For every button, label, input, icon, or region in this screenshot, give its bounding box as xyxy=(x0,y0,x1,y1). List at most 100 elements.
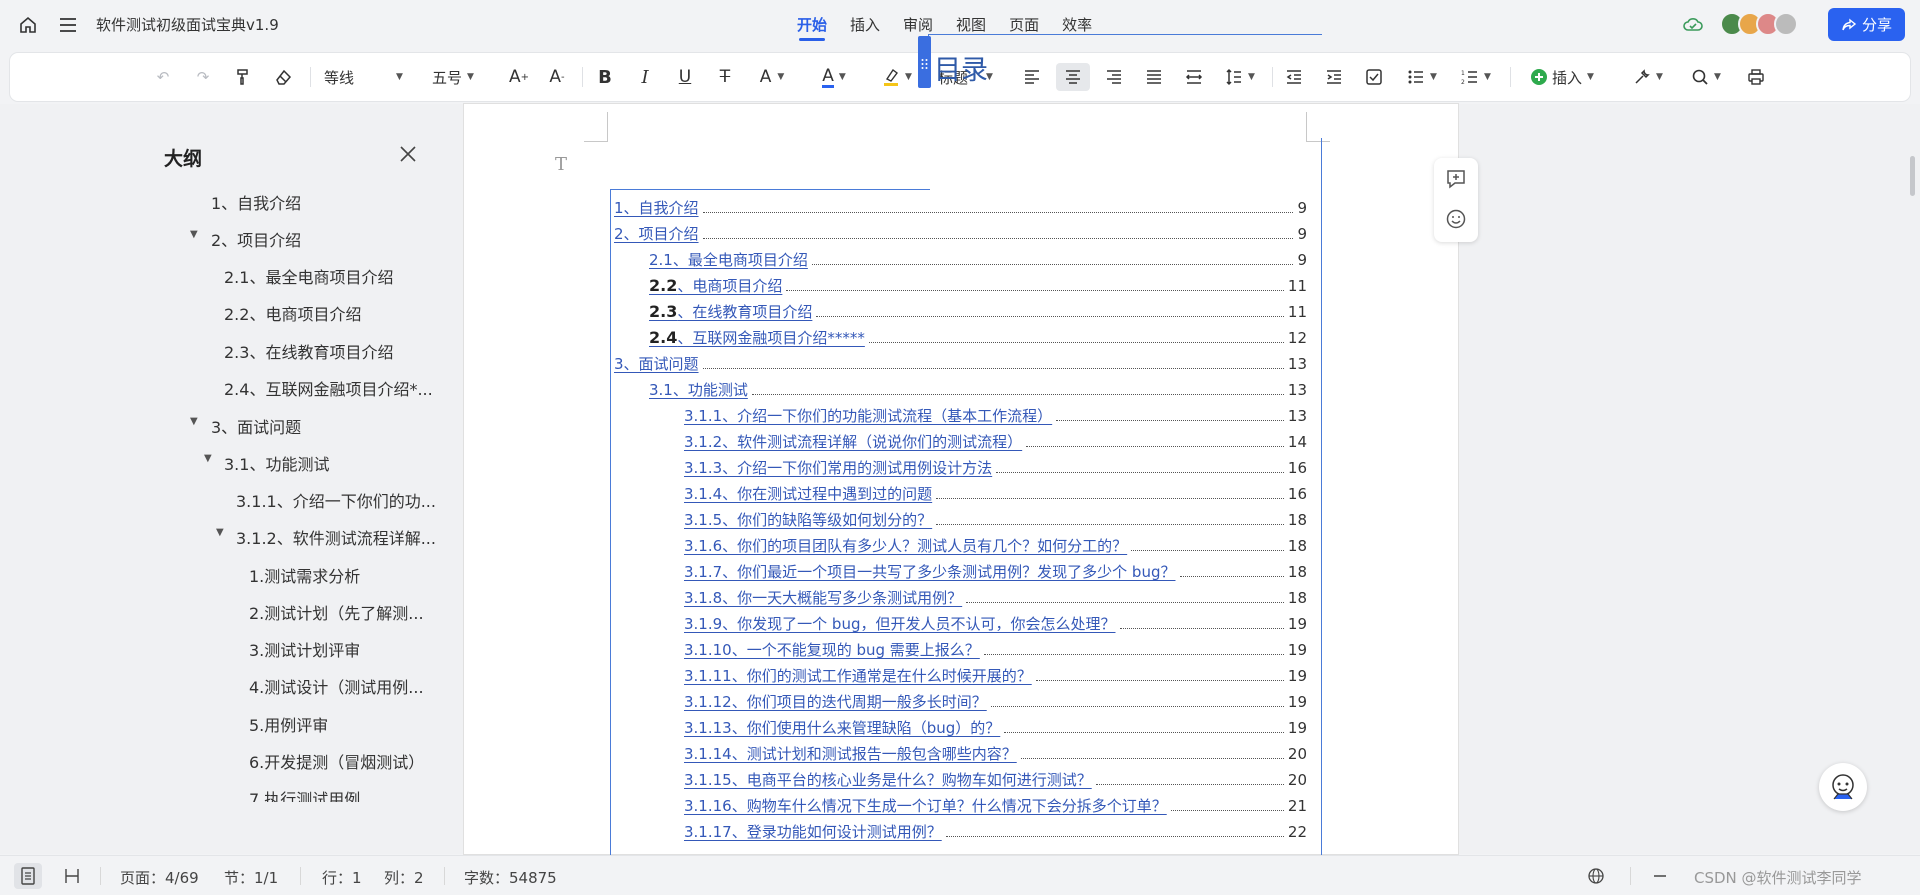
align-left-icon[interactable] xyxy=(1018,63,1046,91)
decrease-indent-icon[interactable] xyxy=(1280,63,1308,91)
document-title[interactable]: 软件测试初级面试宝典v1.9 xyxy=(96,14,279,35)
checklist-icon[interactable] xyxy=(1360,63,1388,91)
outline-item[interactable]: 5.用例评审 xyxy=(249,714,328,738)
outline-item[interactable]: 4.测试设计（测试用例... xyxy=(249,676,424,700)
toc-entry[interactable]: 2.3、在线教育项目介绍 11 xyxy=(649,302,1307,322)
vertical-scrollbar[interactable] xyxy=(1910,156,1915,196)
search-icon[interactable]: ▼ xyxy=(1684,63,1728,91)
menu-tab-page[interactable]: 页面 xyxy=(1009,14,1039,41)
bold-icon[interactable]: B xyxy=(592,63,618,91)
menu-tab-view[interactable]: 视图 xyxy=(956,14,986,41)
outline-item[interactable]: 7.执行测试用例 xyxy=(249,788,360,802)
toc-entry[interactable]: 3.1.16、购物车什么情况下生成一个订单？什么情况下会分拆多个订单？ 21 xyxy=(684,796,1307,816)
outline-item[interactable]: 2.2、电商项目介绍 xyxy=(224,303,361,327)
toc-title[interactable]: 目录 xyxy=(934,48,988,87)
toc-entry[interactable]: 3.1.2、软件测试流程详解（说说你们的测试流程） 14 xyxy=(684,432,1307,452)
page-indicator[interactable]: 页面：4/69 xyxy=(120,867,199,888)
format-painter-icon[interactable] xyxy=(230,63,256,91)
web-view-icon[interactable] xyxy=(58,863,86,889)
outline-item[interactable]: 2.4、互联网金融项目介绍*... xyxy=(224,378,433,402)
outline-item[interactable]: 1、自我介绍 xyxy=(211,192,301,216)
undo-icon[interactable]: ↶ xyxy=(150,63,176,91)
globe-icon[interactable] xyxy=(1582,863,1610,889)
home-icon[interactable] xyxy=(15,12,41,38)
drag-handle[interactable] xyxy=(918,36,931,88)
share-button[interactable]: 分享 xyxy=(1828,8,1905,41)
increase-font-icon[interactable]: A + xyxy=(506,63,532,91)
outline-item[interactable]: 6.开发提测（冒烟测试） xyxy=(249,751,424,775)
hamburger-menu-icon[interactable] xyxy=(55,12,81,38)
outline-item[interactable]: 2.3、在线教育项目介绍 xyxy=(224,341,393,365)
zoom-out-icon[interactable] xyxy=(1646,863,1674,889)
toc-entry[interactable]: 3.1.15、电商平台的核心业务是什么？购物车如何进行测试？ 20 xyxy=(684,770,1307,790)
menu-tab-insert[interactable]: 插入 xyxy=(850,14,880,41)
menu-tab-start[interactable]: 开始 xyxy=(797,14,827,41)
avatar[interactable] xyxy=(1774,12,1798,36)
toc-entry[interactable]: 3.1.10、一个不能复现的 bug 需要上报么？ 19 xyxy=(684,640,1307,660)
add-comment-icon[interactable] xyxy=(1445,168,1467,190)
increase-indent-icon[interactable] xyxy=(1320,63,1348,91)
toc-entry[interactable]: 3、面试问题 13 xyxy=(614,354,1307,374)
toc-entry[interactable]: 3.1.4、你在测试过程中遇到过的问题 16 xyxy=(684,484,1307,504)
outline-item[interactable]: 2.1、最全电商项目介绍 xyxy=(224,266,393,290)
outline-item[interactable]: 3.1.2、软件测试流程详解... xyxy=(236,527,436,551)
justify-icon[interactable] xyxy=(1140,63,1168,91)
print-icon[interactable] xyxy=(1742,63,1770,91)
underline-icon[interactable]: U xyxy=(672,63,698,91)
toc-entry[interactable]: 3.1.12、你们项目的迭代周期一般多长时间？ 19 xyxy=(684,692,1307,712)
toc-entry[interactable]: 3.1、功能测试 13 xyxy=(649,380,1307,400)
collapse-arrow-icon[interactable]: ▼ xyxy=(216,527,224,538)
collapse-arrow-icon[interactable]: ▼ xyxy=(190,229,198,240)
redo-icon[interactable]: ↷ xyxy=(190,63,216,91)
insert-button[interactable]: 插入 ▼ xyxy=(1522,63,1602,91)
toc-entry[interactable]: 2.2、电商项目介绍 11 xyxy=(649,276,1307,296)
toc-entry[interactable]: 3.1.6、你们的项目团队有多少人？测试人员有几个？如何分工的？ 18 xyxy=(684,536,1307,556)
toc-entry[interactable]: 2.1、最全电商项目介绍 9 xyxy=(649,250,1307,270)
toc-entry[interactable]: 3.1.3、介绍一下你们常用的测试用例设计方法 16 xyxy=(684,458,1307,478)
menu-tab-efficiency[interactable]: 效率 xyxy=(1062,14,1092,41)
outline-item[interactable]: 3.测试计划评审 xyxy=(249,639,360,663)
bullet-list-icon[interactable]: ▼ xyxy=(1400,63,1444,91)
highlight-color-icon[interactable]: ▼ xyxy=(876,63,918,91)
ai-assistant-icon[interactable] xyxy=(1819,763,1867,811)
clear-format-icon[interactable] xyxy=(270,63,296,91)
page-view-icon[interactable] xyxy=(14,863,42,889)
toc-entry[interactable]: 3.1.7、你们最近一个项目一共写了多少条测试用例？发现了多少个 bug？ 18 xyxy=(684,562,1307,582)
distributed-align-icon[interactable] xyxy=(1180,63,1208,91)
toc-entry[interactable]: 3.1.5、你们的缺陷等级如何划分的？ 18 xyxy=(684,510,1307,530)
outline-item[interactable]: 1.测试需求分析 xyxy=(249,565,360,589)
outline-item[interactable]: 2、项目介绍 xyxy=(211,229,301,253)
toc-entry[interactable]: 2.4、互联网金融项目介绍***** 12 xyxy=(649,328,1307,348)
line-spacing-icon[interactable]: ▼ xyxy=(1220,63,1260,91)
toc-entry[interactable]: 3.1.14、测试计划和测试报告一般包含哪些内容？ 20 xyxy=(684,744,1307,764)
word-count[interactable]: 字数：54875 xyxy=(464,867,557,888)
collaborator-avatars[interactable] xyxy=(1720,12,1798,36)
font-size-select[interactable]: 五号 ▼ xyxy=(432,63,492,91)
outline-item[interactable]: 3、面试问题 xyxy=(211,416,301,440)
align-right-icon[interactable] xyxy=(1100,63,1128,91)
toc-entry[interactable]: 1、自我介绍 9 xyxy=(614,198,1307,218)
font-family-select[interactable]: 等线 ▼ xyxy=(324,63,420,91)
decrease-font-icon[interactable]: A- xyxy=(544,63,570,91)
emoji-icon[interactable] xyxy=(1445,208,1467,230)
toc-entry[interactable]: 3.1.13、你们使用什么来管理缺陷（bug）的？ 19 xyxy=(684,718,1307,738)
outline-item[interactable]: 3.1、功能测试 xyxy=(224,453,329,477)
font-color-icon[interactable]: A ▼ xyxy=(814,63,854,91)
toc-entry[interactable]: 3.1.9、你发现了一个 bug，但开发人员不认可，你会怎么处理？ 19 xyxy=(684,614,1307,634)
outline-item[interactable]: 2.测试计划（先了解测... xyxy=(249,602,424,626)
collapse-arrow-icon[interactable]: ▼ xyxy=(204,453,212,464)
toc-entry[interactable]: 3.1.17、登录功能如何设计测试用例？ 22 xyxy=(684,822,1307,842)
italic-icon[interactable]: I xyxy=(632,63,658,91)
strikethrough-icon[interactable]: T xyxy=(712,63,738,91)
collapse-arrow-icon[interactable]: ▼ xyxy=(190,416,198,427)
numbered-list-icon[interactable]: 1 2 ▼ xyxy=(1454,63,1498,91)
toc-entry[interactable]: 3.1.1、介绍一下你们的功能测试流程（基本工作流程） 13 xyxy=(684,406,1307,426)
text-effect-icon[interactable]: A ▼ xyxy=(754,63,790,91)
tools-icon[interactable]: ▼ xyxy=(1626,63,1670,91)
align-center-icon[interactable] xyxy=(1056,63,1090,91)
toc-entry[interactable]: 3.1.11、你们的测试工作通常是在什么时候开展的？ 19 xyxy=(684,666,1307,686)
toc-entry[interactable]: 2、项目介绍 9 xyxy=(614,224,1307,244)
close-icon[interactable] xyxy=(398,144,420,166)
toc-entry[interactable]: 3.1.8、你一天大概能写多少条测试用例？ 18 xyxy=(684,588,1307,608)
cloud-saved-icon[interactable] xyxy=(1682,14,1704,36)
